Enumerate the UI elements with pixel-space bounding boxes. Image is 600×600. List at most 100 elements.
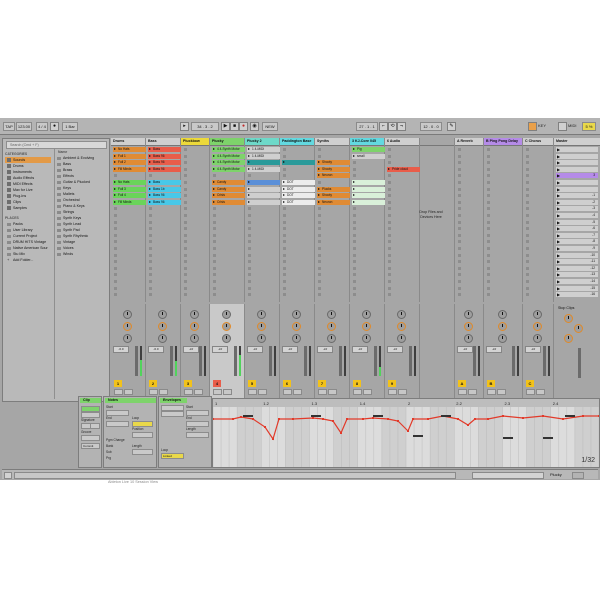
clip-slot[interactable]: Fill Minds: [113, 166, 146, 172]
empty-clip-slot[interactable]: [248, 247, 251, 250]
empty-clip-slot[interactable]: [149, 240, 152, 244]
empty-clip-slot[interactable]: [114, 174, 117, 178]
env-length-field[interactable]: [186, 432, 209, 438]
empty-clip-slot[interactable]: [213, 227, 216, 231]
empty-clip-slot[interactable]: [388, 187, 391, 191]
track-header[interactable]: C Chorus: [523, 138, 553, 146]
empty-clip-slot[interactable]: [458, 207, 461, 211]
clip-slot[interactable]: Full 1: [113, 153, 146, 159]
clip-slot[interactable]: 4 4-Synth Motor: [212, 153, 245, 159]
send-a-knob[interactable]: [397, 310, 406, 319]
empty-clip-slot[interactable]: [184, 154, 187, 158]
empty-clip-slot[interactable]: [526, 207, 529, 211]
metronome-quantize-menu[interactable]: 1 Bar: [62, 122, 78, 131]
track-header[interactable]: B Ping Pong Delay: [484, 138, 522, 146]
empty-clip-slot[interactable]: [458, 240, 461, 244]
volume-fader[interactable]: [135, 346, 138, 376]
empty-clip-slot[interactable]: [213, 266, 216, 270]
signature-denominator-field[interactable]: [90, 423, 100, 429]
empty-clip-slot[interactable]: [184, 280, 187, 283]
volume-value[interactable]: -inf: [317, 346, 333, 353]
empty-clip-slot[interactable]: [114, 286, 117, 290]
scene-launch-button[interactable]: ▶ -5: [556, 219, 598, 225]
empty-clip-slot[interactable]: [318, 154, 321, 158]
midi-map-button[interactable]: [558, 122, 567, 131]
empty-clip-slot[interactable]: [458, 247, 461, 250]
pan-knob[interactable]: [158, 334, 167, 343]
empty-clip-slot[interactable]: [213, 240, 216, 244]
arm-button[interactable]: [223, 389, 232, 395]
empty-clip-slot[interactable]: [487, 280, 490, 283]
send-a-knob[interactable]: [362, 310, 371, 319]
empty-clip-slot[interactable]: [283, 266, 286, 270]
track-header[interactable]: Plucky 2: [245, 138, 279, 146]
empty-clip-slot[interactable]: [458, 293, 461, 297]
track-activator-button[interactable]: 4: [213, 380, 221, 387]
scene-launch-button[interactable]: ▶ -13: [556, 272, 598, 278]
empty-clip-slot[interactable]: [114, 293, 117, 297]
empty-clip-slot[interactable]: [318, 233, 321, 237]
empty-clip-slot[interactable]: [213, 207, 216, 211]
empty-clip-slot[interactable]: [283, 174, 286, 178]
empty-clip-slot[interactable]: [213, 174, 216, 178]
empty-clip-slot[interactable]: [114, 273, 117, 277]
browser-toggle-icon[interactable]: [4, 472, 12, 479]
clip-slot[interactable]: Bass: [148, 147, 181, 152]
add-folder-button[interactable]: + Add Folder...: [5, 257, 51, 263]
empty-clip-slot[interactable]: [487, 227, 490, 231]
volume-fader[interactable]: [170, 346, 173, 376]
pan-knob[interactable]: [123, 334, 132, 343]
empty-clip-slot[interactable]: [487, 266, 490, 270]
track-activator-button[interactable]: 5: [248, 380, 256, 387]
track-header[interactable]: Plucky: [210, 138, 244, 146]
clip-slot[interactable]: DOT: [282, 180, 315, 185]
scene-launch-button[interactable]: ▶ -8: [556, 239, 598, 245]
arm-button[interactable]: [293, 389, 302, 395]
empty-clip-slot[interactable]: [487, 233, 490, 237]
empty-clip-slot[interactable]: [318, 260, 321, 264]
pan-knob[interactable]: [397, 334, 406, 343]
empty-clip-slot[interactable]: [388, 194, 391, 198]
empty-clip-slot[interactable]: [213, 260, 216, 264]
clip-slot[interactable]: Shooty: [317, 160, 350, 166]
empty-clip-slot[interactable]: [213, 293, 216, 297]
clip-slot[interactable]: Bass 1b: [148, 186, 181, 192]
scene-launch-button[interactable]: ▶: [556, 180, 598, 185]
empty-clip-slot[interactable]: [114, 260, 117, 264]
empty-clip-slot[interactable]: [283, 280, 286, 283]
empty-clip-slot[interactable]: [149, 214, 152, 217]
empty-clip-slot[interactable]: [526, 247, 529, 250]
volume-value[interactable]: -inf: [247, 346, 263, 353]
empty-clip-slot[interactable]: [526, 273, 529, 277]
empty-clip-slot[interactable]: [353, 161, 356, 165]
empty-clip-slot[interactable]: [353, 293, 356, 297]
length-field[interactable]: [132, 449, 153, 455]
scene-launch-button[interactable]: ▶ -9: [556, 246, 598, 251]
send-b-knob[interactable]: [222, 322, 231, 331]
empty-clip-slot[interactable]: [213, 253, 216, 257]
empty-clip-slot[interactable]: [388, 174, 391, 178]
scene-launch-button[interactable]: ▶ 3: [556, 173, 598, 179]
empty-clip-slot[interactable]: [283, 227, 286, 231]
empty-clip-slot[interactable]: [283, 148, 286, 151]
empty-clip-slot[interactable]: [114, 227, 117, 231]
clip-slot[interactable]: DOT: [282, 186, 315, 192]
track-header[interactable]: Drums: [111, 138, 145, 146]
browser-list-item[interactable]: Winds: [55, 251, 108, 257]
send-a-knob[interactable]: [190, 310, 199, 319]
solo-button[interactable]: [213, 389, 222, 395]
empty-clip-slot[interactable]: [213, 214, 216, 217]
master-pan-knob[interactable]: [574, 324, 583, 333]
empty-clip-slot[interactable]: [487, 187, 490, 191]
pan-knob[interactable]: [190, 334, 199, 343]
volume-value[interactable]: -inf: [525, 346, 541, 353]
empty-clip-slot[interactable]: [184, 293, 187, 297]
clip-slot[interactable]: [247, 186, 280, 192]
empty-clip-slot[interactable]: [248, 233, 251, 237]
browser-search-input[interactable]: Search (Cmd + F): [6, 141, 107, 149]
track-header[interactable]: Bass: [146, 138, 180, 146]
empty-clip-slot[interactable]: [248, 220, 251, 224]
empty-clip-slot[interactable]: [388, 266, 391, 270]
track-activator-button[interactable]: 6: [283, 380, 291, 387]
clip-slot[interactable]: No Hats: [113, 147, 146, 152]
